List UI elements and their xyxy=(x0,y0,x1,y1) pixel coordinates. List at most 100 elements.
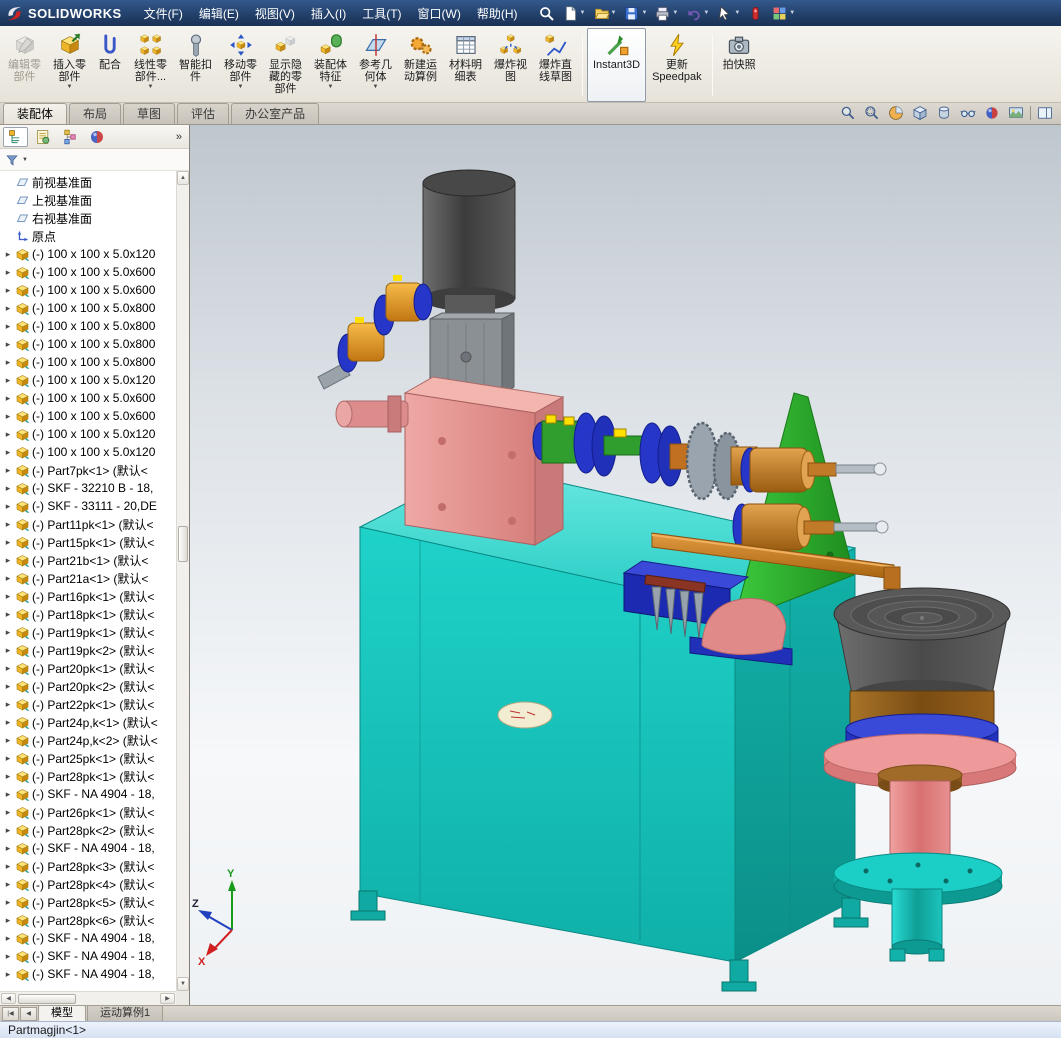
model-left-coupling[interactable] xyxy=(317,275,433,390)
dropdown-caret-icon[interactable]: ▼ xyxy=(148,84,154,91)
expander-icon[interactable]: ▸ xyxy=(3,609,13,619)
displaymanager-tab[interactable] xyxy=(84,127,109,147)
tree-item[interactable]: ▸ (-) 100 x 100 x 5.0x120 xyxy=(0,443,176,461)
tree-item[interactable]: ▸ (-) Part26pk<1> (默认< xyxy=(0,803,176,821)
scroll-up-icon[interactable]: ▲ xyxy=(177,171,189,185)
tab-assembly[interactable]: 装配体 xyxy=(3,103,68,124)
display-pane-button[interactable]: ▼ xyxy=(769,4,797,23)
expander-icon[interactable]: ▸ xyxy=(3,645,13,655)
model-gearbox[interactable] xyxy=(403,376,565,546)
rebuild-button[interactable] xyxy=(745,4,766,23)
display-style-button[interactable] xyxy=(934,104,954,122)
expander-icon[interactable]: ▸ xyxy=(3,249,13,259)
horizontal-scroll-thumb[interactable] xyxy=(18,993,76,1004)
tree-item[interactable]: ▸ (-) Part25pk<1> (默认< xyxy=(0,749,176,767)
section-view-button[interactable] xyxy=(886,104,906,122)
expander-icon[interactable]: ▸ xyxy=(3,429,13,439)
tree-item[interactable]: ▸ (-) Part28pk<6> (默认< xyxy=(0,911,176,929)
tree-item[interactable]: ▸ (-) 100 x 100 x 5.0x120 xyxy=(0,371,176,389)
tree-item[interactable]: ▸ (-) Part28pk<1> (默认< xyxy=(0,767,176,785)
tree-item[interactable]: ▸ (-) 100 x 100 x 5.0x120 xyxy=(0,245,176,263)
tab-layout[interactable]: 布局 xyxy=(69,103,122,124)
menu-item-5[interactable]: 窗口(W) xyxy=(410,0,469,27)
expander-icon[interactable]: ▸ xyxy=(3,807,13,817)
tree-item[interactable]: ▸ (-) Part21a<1> (默认< xyxy=(0,569,176,587)
expander-icon[interactable]: ▸ xyxy=(3,537,13,547)
save-button[interactable]: ▼ xyxy=(621,4,649,23)
scroll-right-icon[interactable]: ▶ xyxy=(160,993,175,1004)
tree-item[interactable]: ▸ (-) 100 x 100 x 5.0x120 xyxy=(0,425,176,443)
ribbon-button-reference-geometry[interactable]: 参考几 何体 ▼ xyxy=(353,28,398,102)
menu-item-2[interactable]: 视图(V) xyxy=(247,0,303,27)
new-document-button[interactable]: ▼ xyxy=(560,4,588,23)
view-orientation-button[interactable] xyxy=(910,104,930,122)
tree-item[interactable]: ▸ (-) Part21b<1> (默认< xyxy=(0,551,176,569)
expander-icon[interactable]: ▸ xyxy=(3,735,13,745)
filter-caret-icon[interactable]: ▼ xyxy=(22,157,28,163)
expander-icon[interactable]: ▸ xyxy=(3,771,13,781)
document-tab-1[interactable]: 运动算例1 xyxy=(87,1005,164,1021)
document-tab-0[interactable]: 模型 xyxy=(38,1005,86,1021)
search-button[interactable] xyxy=(536,4,557,23)
menu-item-0[interactable]: 文件(F) xyxy=(136,0,191,27)
propertymanager-tab[interactable] xyxy=(30,127,55,147)
graphics-viewport[interactable]: Y Z X xyxy=(190,125,1061,1005)
expander-icon[interactable]: ▸ xyxy=(3,285,13,295)
dropdown-caret-icon[interactable]: ▼ xyxy=(672,10,678,16)
tree-item[interactable]: ▸ (-) Part28pk<4> (默认< xyxy=(0,875,176,893)
tree-item[interactable]: ▸ (-) Part15pk<1> (默认< xyxy=(0,533,176,551)
expander-icon[interactable]: ▸ xyxy=(3,303,13,313)
menu-item-3[interactable]: 插入(I) xyxy=(303,0,354,27)
tree-item[interactable]: ▸ (-) Part24p,k<1> (默认< xyxy=(0,713,176,731)
dropdown-caret-icon[interactable]: ▼ xyxy=(328,84,334,91)
edit-appearance-button[interactable] xyxy=(982,104,1002,122)
filter-icon[interactable] xyxy=(5,153,19,167)
open-button[interactable]: ▼ xyxy=(591,4,619,23)
ribbon-button-assembly-features[interactable]: 装配体 特征 ▼ xyxy=(308,28,353,102)
tree-item[interactable]: ▸ (-) SKF - NA 4904 - 18, xyxy=(0,947,176,965)
expander-icon[interactable]: ▸ xyxy=(3,519,13,529)
menu-item-6[interactable]: 帮助(H) xyxy=(469,0,526,27)
tree-item[interactable]: ▸ (-) Part20pk<1> (默认< xyxy=(0,659,176,677)
tree-item[interactable]: ▸ (-) 100 x 100 x 5.0x600 xyxy=(0,263,176,281)
tab-scroll-left-button[interactable]: ◀ xyxy=(20,1007,37,1021)
tree-item[interactable]: ▸ (-) 100 x 100 x 5.0x600 xyxy=(0,389,176,407)
vertical-scroll-thumb[interactable] xyxy=(178,525,188,562)
print-button[interactable]: ▼ xyxy=(652,4,680,23)
tab-sketch[interactable]: 草图 xyxy=(123,103,176,124)
tree-item[interactable]: ▸ (-) Part28pk<2> (默认< xyxy=(0,821,176,839)
dropdown-caret-icon[interactable]: ▼ xyxy=(789,10,795,16)
expander-icon[interactable]: ▸ xyxy=(3,627,13,637)
tree-item[interactable]: ▸ (-) Part22pk<1> (默认< xyxy=(0,695,176,713)
scroll-down-icon[interactable]: ▼ xyxy=(177,977,189,991)
tree-item[interactable]: ▸ (-) SKF - NA 4904 - 18, xyxy=(0,965,176,983)
expander-icon[interactable]: ▸ xyxy=(3,447,13,457)
ribbon-button-take-snapshot[interactable]: 拍快照 xyxy=(717,28,762,102)
expander-icon[interactable]: ▸ xyxy=(3,897,13,907)
expander-icon[interactable]: ▸ xyxy=(3,861,13,871)
dropdown-caret-icon[interactable]: ▼ xyxy=(238,84,244,91)
tree-item[interactable]: ▸ (-) 100 x 100 x 5.0x600 xyxy=(0,281,176,299)
expander-icon[interactable]: ▸ xyxy=(3,717,13,727)
ribbon-button-bill-of-materials[interactable]: 材料明 细表 xyxy=(443,28,488,102)
hide-show-button[interactable] xyxy=(958,104,978,122)
expander-icon[interactable]: ▸ xyxy=(3,483,13,493)
dropdown-caret-icon[interactable]: ▼ xyxy=(703,10,709,16)
tree-item[interactable]: ▸ (-) SKF - 33111 - 20,DE xyxy=(0,497,176,515)
tree-item[interactable]: ▸ (-) Part18pk<1> (默认< xyxy=(0,605,176,623)
tree-item[interactable]: ▸ (-) SKF - 32210 B - 18, xyxy=(0,479,176,497)
ribbon-button-move-component[interactable]: 移动零 部件 ▼ xyxy=(218,28,263,102)
tree-item[interactable]: ▸ (-) Part20pk<2> (默认< xyxy=(0,677,176,695)
vertical-scroll-track[interactable] xyxy=(177,185,189,977)
expander-icon[interactable]: ▸ xyxy=(3,465,13,475)
expander-icon[interactable]: ▸ xyxy=(3,933,13,943)
pane-button[interactable] xyxy=(1035,104,1055,122)
ribbon-button-show-hidden-components[interactable]: 显示隐 藏的零 部件 xyxy=(263,28,308,102)
ribbon-button-exploded-view[interactable]: 爆炸视 图 xyxy=(488,28,533,102)
expander-icon[interactable]: ▸ xyxy=(3,969,13,979)
expander-icon[interactable]: ▸ xyxy=(3,573,13,583)
expander-icon[interactable]: ▸ xyxy=(3,501,13,511)
expander-icon[interactable]: ▸ xyxy=(3,663,13,673)
model-motor[interactable] xyxy=(422,169,516,396)
ribbon-button-smart-fasteners[interactable]: 智能扣 件 xyxy=(173,28,218,102)
